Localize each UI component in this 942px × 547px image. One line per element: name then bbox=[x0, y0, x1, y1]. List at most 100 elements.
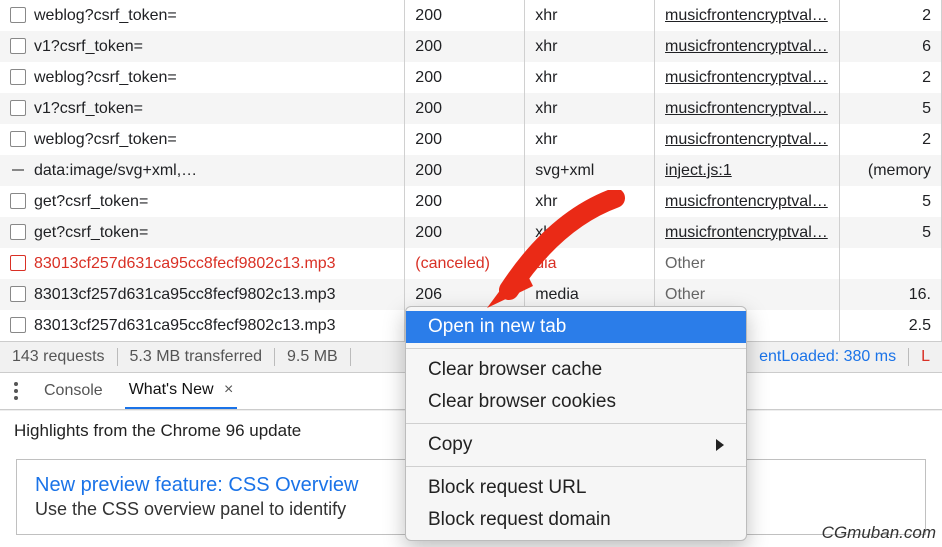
cell-initiator[interactable]: musicfrontencryptval… bbox=[655, 124, 840, 155]
cell-name[interactable]: 83013cf257d631ca95cc8fecf9802c13.mp3 bbox=[0, 310, 405, 341]
row-name-text: 83013cf257d631ca95cc8fecf9802c13.mp3 bbox=[34, 317, 336, 334]
cell-name[interactable]: 83013cf257d631ca95cc8fecf9802c13.mp3 bbox=[0, 248, 405, 279]
tab-whats-new[interactable]: What's New × bbox=[125, 373, 238, 409]
status-resources: 9.5 MB bbox=[275, 348, 351, 366]
context-clear-cache[interactable]: Clear browser cache bbox=[406, 354, 746, 386]
divider bbox=[406, 466, 746, 467]
table-row[interactable]: 83013cf257d631ca95cc8fecf9802c13.mp3 (can… bbox=[0, 248, 942, 279]
cell-type: svg+xml bbox=[525, 155, 655, 186]
cell-status: 200 bbox=[405, 93, 525, 124]
row-name-text: weblog?csrf_token= bbox=[34, 69, 177, 86]
cell-status: (canceled) bbox=[405, 248, 525, 279]
network-table: weblog?csrf_token=200xhrmusicfrontencryp… bbox=[0, 0, 942, 341]
cell-initiator[interactable]: Other bbox=[655, 248, 840, 279]
table-row[interactable]: weblog?csrf_token= 200xhrmusicfrontencryp… bbox=[0, 124, 942, 155]
context-copy[interactable]: Copy bbox=[406, 429, 746, 461]
checkbox-icon bbox=[10, 131, 26, 147]
cell-initiator[interactable]: musicfrontencryptval… bbox=[655, 217, 840, 248]
status-transferred: 5.3 MB transferred bbox=[118, 348, 276, 366]
tab-whats-new-label: What's New bbox=[129, 381, 214, 398]
context-menu[interactable]: Open in new tab Clear browser cache Clea… bbox=[405, 306, 747, 541]
cell-name[interactable]: v1?csrf_token= bbox=[0, 93, 405, 124]
context-copy-label: Copy bbox=[428, 434, 472, 456]
chevron-right-icon bbox=[716, 439, 724, 451]
row-name-text: weblog?csrf_token= bbox=[34, 7, 177, 24]
cell-size: 2 bbox=[840, 62, 942, 93]
tab-console[interactable]: Console bbox=[40, 374, 107, 408]
checkbox-icon bbox=[10, 38, 26, 54]
divider bbox=[406, 348, 746, 349]
checkbox-icon bbox=[10, 317, 26, 333]
context-block-domain[interactable]: Block request domain bbox=[406, 504, 746, 536]
cell-status: 200 bbox=[405, 0, 525, 31]
checkbox-icon bbox=[10, 69, 26, 85]
table-row[interactable]: v1?csrf_token= 200xhrmusicfrontencryptval… bbox=[0, 93, 942, 124]
watermark: CGmuban.com bbox=[822, 523, 936, 543]
cell-status: 200 bbox=[405, 62, 525, 93]
status-load: L bbox=[908, 348, 930, 366]
table-row[interactable]: weblog?csrf_token= 200xhrmusicfrontencryp… bbox=[0, 0, 942, 31]
cell-name[interactable]: weblog?csrf_token= bbox=[0, 62, 405, 93]
checkbox-icon bbox=[10, 193, 26, 209]
checkbox-icon bbox=[10, 100, 26, 116]
row-name-text: v1?csrf_token= bbox=[34, 38, 143, 55]
cell-status: 200 bbox=[405, 186, 525, 217]
cell-initiator[interactable]: musicfrontencryptval… bbox=[655, 0, 840, 31]
cell-name[interactable]: get?csrf_token= bbox=[0, 186, 405, 217]
cell-size: (memory bbox=[840, 155, 942, 186]
context-block-url[interactable]: Block request URL bbox=[406, 472, 746, 504]
row-name-text: get?csrf_token= bbox=[34, 193, 148, 210]
row-name-text: data:image/svg+xml,… bbox=[34, 162, 197, 179]
table-row[interactable]: get?csrf_token=200xhrmusicfrontencryptva… bbox=[0, 217, 942, 248]
cell-size bbox=[840, 248, 942, 279]
checkbox-icon bbox=[10, 7, 26, 23]
status-dcl: entLoaded: 380 ms bbox=[759, 348, 896, 366]
cell-type: xhr bbox=[525, 124, 655, 155]
cell-type: xhr bbox=[525, 93, 655, 124]
cell-name[interactable]: weblog?csrf_token= bbox=[0, 124, 405, 155]
cell-size: 2 bbox=[840, 124, 942, 155]
dash-icon bbox=[10, 162, 26, 178]
table-row[interactable]: weblog?csrf_token= 200xhrmusicfrontencryp… bbox=[0, 62, 942, 93]
checkbox-icon bbox=[10, 255, 26, 271]
cell-status: 200 bbox=[405, 124, 525, 155]
table-row[interactable]: v1?csrf_token= 200xhrmusicfrontencryptval… bbox=[0, 31, 942, 62]
cell-status: 200 bbox=[405, 31, 525, 62]
divider bbox=[406, 423, 746, 424]
cell-name[interactable]: v1?csrf_token= bbox=[0, 31, 405, 62]
cell-name[interactable]: 83013cf257d631ca95cc8fecf9802c13.mp3 bbox=[0, 279, 405, 310]
cell-initiator[interactable]: musicfrontencryptval… bbox=[655, 93, 840, 124]
cell-type: xhr bbox=[525, 62, 655, 93]
checkbox-icon bbox=[10, 286, 26, 302]
context-clear-cookies[interactable]: Clear browser cookies bbox=[406, 386, 746, 418]
cell-size: 16. bbox=[840, 279, 942, 310]
table-row[interactable]: get?csrf_token=200xhrmusicfrontencryptva… bbox=[0, 186, 942, 217]
table-row[interactable]: data:image/svg+xml,… 200svg+xmlinject.js:… bbox=[0, 155, 942, 186]
cell-size: 2 bbox=[840, 0, 942, 31]
cell-type: xhr bbox=[525, 217, 655, 248]
cell-name[interactable]: data:image/svg+xml,… bbox=[0, 155, 405, 186]
cell-name[interactable]: get?csrf_token= bbox=[0, 217, 405, 248]
cell-type: xhr bbox=[525, 0, 655, 31]
cell-size: 2.5 bbox=[840, 310, 942, 341]
cell-size: 5 bbox=[840, 93, 942, 124]
row-name-text: get?csrf_token= bbox=[34, 224, 148, 241]
cell-size: 6 bbox=[840, 31, 942, 62]
cell-initiator[interactable]: musicfrontencryptval… bbox=[655, 186, 840, 217]
row-name-text: weblog?csrf_token= bbox=[34, 131, 177, 148]
cell-name[interactable]: weblog?csrf_token= bbox=[0, 0, 405, 31]
cell-size: 5 bbox=[840, 186, 942, 217]
row-name-text: v1?csrf_token= bbox=[34, 100, 143, 117]
kebab-icon[interactable] bbox=[10, 378, 22, 404]
checkbox-icon bbox=[10, 224, 26, 240]
cell-initiator[interactable]: inject.js:1 bbox=[655, 155, 840, 186]
cell-initiator[interactable]: musicfrontencryptval… bbox=[655, 31, 840, 62]
row-name-text: 83013cf257d631ca95cc8fecf9802c13.mp3 bbox=[34, 286, 336, 303]
close-icon[interactable]: × bbox=[224, 381, 233, 398]
context-open-new-tab[interactable]: Open in new tab bbox=[406, 311, 746, 343]
cell-initiator[interactable]: musicfrontencryptval… bbox=[655, 62, 840, 93]
cell-type: xhr bbox=[525, 31, 655, 62]
cell-status: 200 bbox=[405, 155, 525, 186]
row-name-text: 83013cf257d631ca95cc8fecf9802c13.mp3 bbox=[34, 255, 336, 272]
status-requests: 143 requests bbox=[12, 348, 118, 366]
